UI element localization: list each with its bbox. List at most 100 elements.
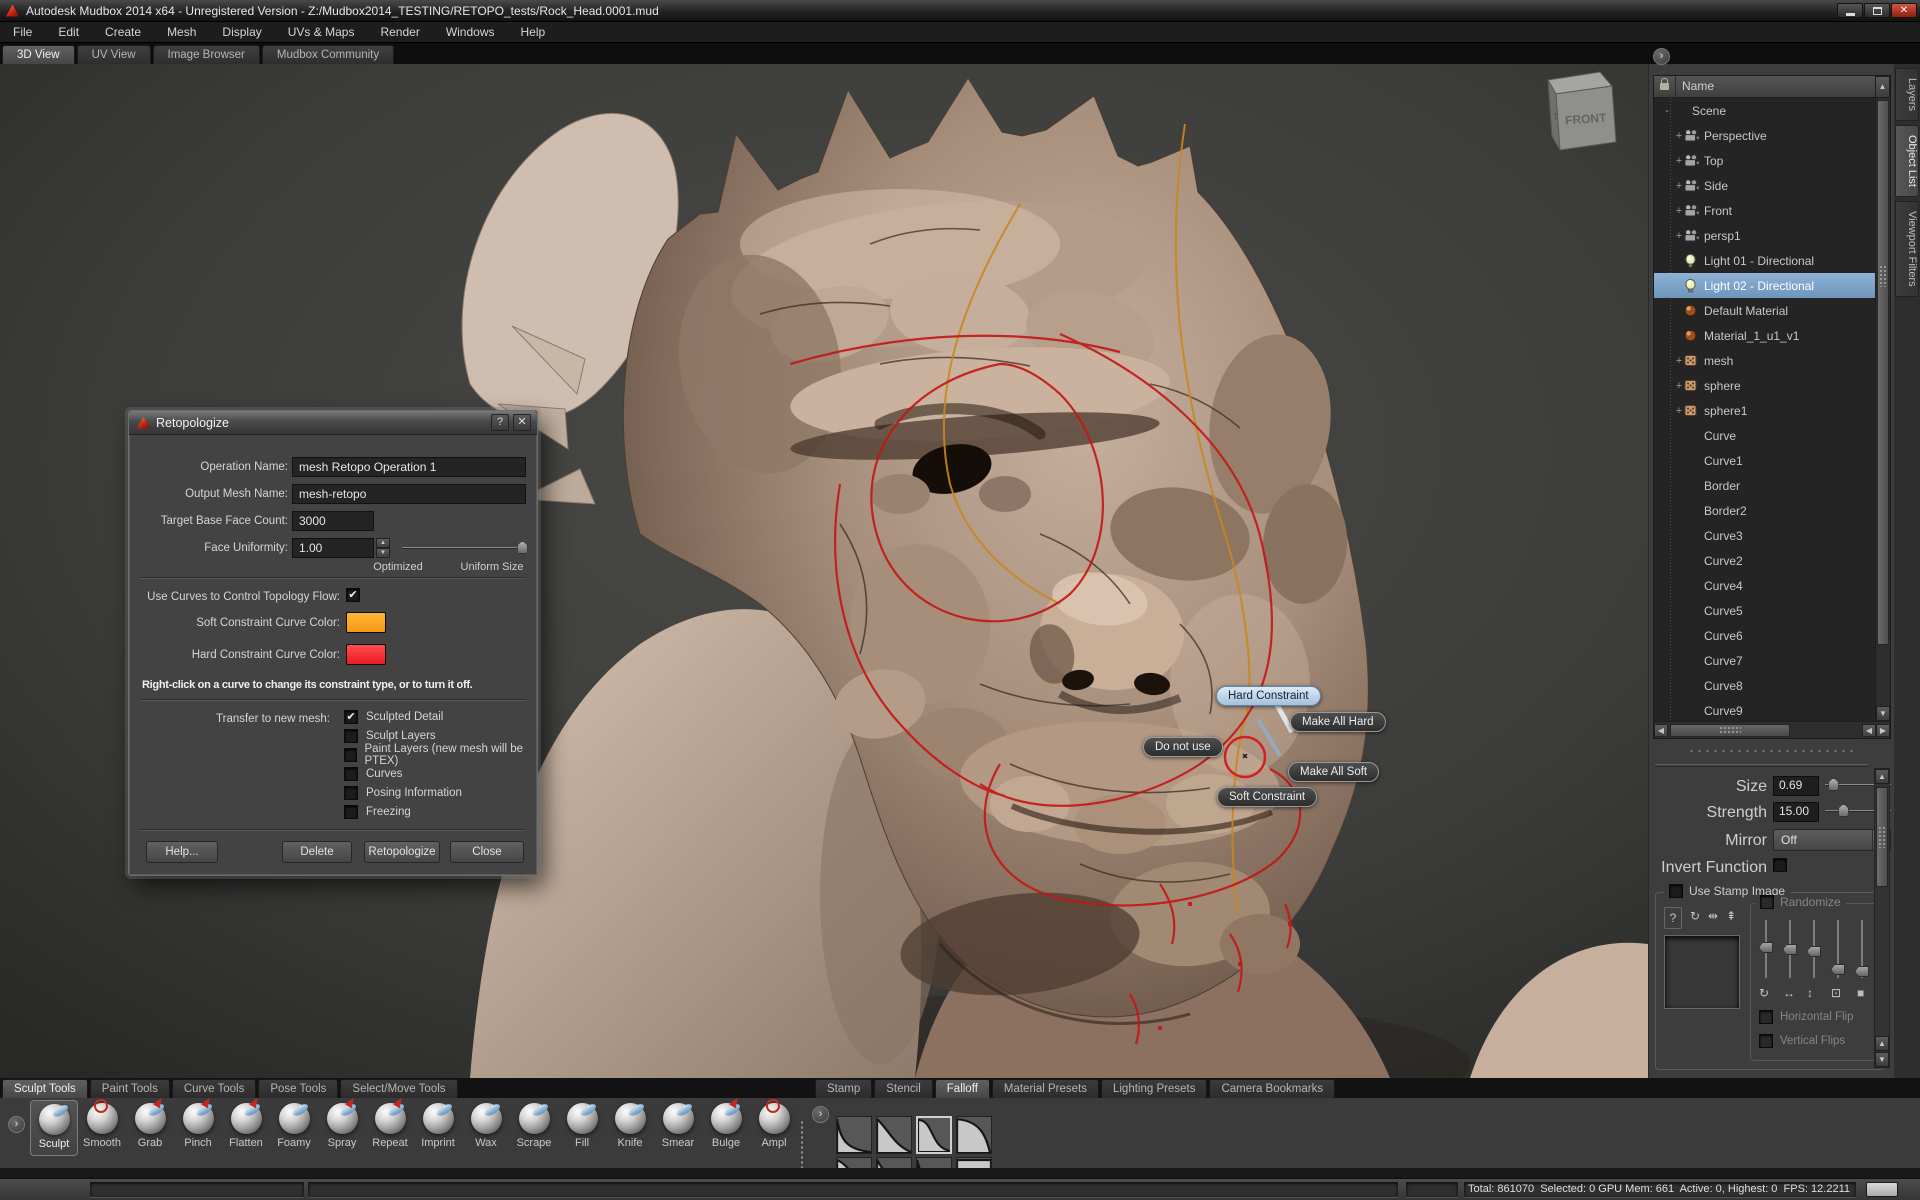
menu-item-file[interactable]: File	[0, 22, 45, 43]
tree-scroll-left-button[interactable]: ◀	[1654, 724, 1668, 737]
tree-item-mesh[interactable]: +mesh	[1654, 348, 1875, 373]
close-button[interactable]: Close	[450, 841, 524, 863]
view-tab-image-browser[interactable]: Image Browser	[153, 45, 260, 64]
stamp-preview-box[interactable]	[1664, 935, 1740, 1009]
falloff-preset-steep[interactable]	[836, 1116, 872, 1154]
tree-item-sphere[interactable]: +sphere	[1654, 373, 1875, 398]
tree-item-front[interactable]: +Front	[1654, 198, 1875, 223]
random-slider-4[interactable]	[1831, 964, 1845, 975]
tray-tab-select-move-tools[interactable]: Select/Move Tools	[340, 1079, 457, 1098]
context-item-make-all-soft[interactable]: Make All Soft	[1288, 762, 1379, 782]
tree-item-default-material[interactable]: Default Material	[1654, 298, 1875, 323]
tool-foamy[interactable]: Foamy	[270, 1100, 318, 1156]
tool-flatten[interactable]: Flatten	[222, 1100, 270, 1156]
tool-imprint[interactable]: Imprint	[414, 1100, 462, 1156]
tree-expander[interactable]: +	[1674, 180, 1684, 192]
vertical-flip-checkbox[interactable]	[1759, 1034, 1773, 1048]
tool-smooth[interactable]: Smooth	[78, 1100, 126, 1156]
properties-scrollbar[interactable]: ▲ ▲ ▼	[1874, 768, 1890, 1068]
transfer-checkbox-freezing[interactable]	[344, 805, 358, 819]
side-tab-viewport-filters[interactable]: Viewport Filters	[1895, 201, 1919, 297]
tool-repeat[interactable]: Repeat	[366, 1100, 414, 1156]
tree-item-curve[interactable]: Curve	[1654, 423, 1875, 448]
random-vmove-icon[interactable]: ↕	[1807, 986, 1813, 1000]
tree-item-light-02-directional[interactable]: Light 02 - Directional	[1654, 273, 1875, 298]
tree-item-sphere1[interactable]: +sphere1	[1654, 398, 1875, 423]
tree-expander[interactable]: +	[1674, 380, 1684, 392]
horizontal-flip-checkbox[interactable]	[1759, 1010, 1773, 1024]
tray-tab-camera-bookmarks[interactable]: Camera Bookmarks	[1209, 1079, 1335, 1098]
menu-item-create[interactable]: Create	[92, 22, 154, 43]
target-face-count-input[interactable]	[292, 511, 374, 531]
props-scroll-up2-button[interactable]: ▲	[1875, 1036, 1889, 1051]
tree-item-material-1-u1-v1[interactable]: Material_1_u1_v1	[1654, 323, 1875, 348]
tool-grab[interactable]: Grab	[126, 1100, 174, 1156]
menu-item-uvs-maps[interactable]: UVs & Maps	[275, 22, 368, 43]
tool-smear[interactable]: Smear	[654, 1100, 702, 1156]
tree-item-curve8[interactable]: Curve8	[1654, 673, 1875, 698]
props-scroll-up-button[interactable]: ▲	[1875, 769, 1889, 784]
stamp-vflip-icon[interactable]: ⇞	[1726, 909, 1736, 923]
falloff-preset-concave[interactable]	[876, 1116, 912, 1154]
tree-item-curve3[interactable]: Curve3	[1654, 523, 1875, 548]
dialog-close-button[interactable]: ✕	[513, 414, 531, 431]
transfer-checkbox-paint-layers-new-mesh-will-be-ptex[interactable]	[344, 748, 357, 762]
tree-item-curve6[interactable]: Curve6	[1654, 623, 1875, 648]
dialog-title-bar[interactable]: Retopologize ? ✕	[129, 411, 537, 435]
operation-name-input[interactable]	[292, 457, 526, 477]
panel-splitter[interactable]	[1689, 748, 1854, 754]
tree-item-curve7[interactable]: Curve7	[1654, 648, 1875, 673]
tree-item-border2[interactable]: Border2	[1654, 498, 1875, 523]
context-item-hard-constraint[interactable]: Hard Constraint	[1216, 686, 1321, 706]
transfer-checkbox-curves[interactable]	[344, 767, 358, 781]
tray-tab-stamp[interactable]: Stamp	[815, 1079, 872, 1098]
tray-tab-falloff[interactable]: Falloff	[935, 1079, 990, 1098]
context-item-do-not-use[interactable]: Do not use	[1143, 737, 1223, 757]
random-slider-1[interactable]	[1759, 942, 1773, 953]
random-hmove-icon[interactable]: ↔	[1783, 986, 1795, 1000]
use-stamp-image-checkbox[interactable]	[1669, 884, 1683, 898]
tree-scroll-right-button[interactable]: ▶	[1876, 724, 1890, 737]
falloff-preset-scurve[interactable]	[916, 1116, 952, 1154]
retopologize-button[interactable]: Retopologize	[364, 841, 440, 863]
tray-tab-pose-tools[interactable]: Pose Tools	[258, 1079, 338, 1098]
random-slider-2[interactable]	[1783, 944, 1797, 955]
name-column-header[interactable]: Name	[1676, 76, 1875, 97]
help-button[interactable]: Help...	[146, 841, 218, 863]
tree-expander[interactable]: +	[1674, 405, 1684, 417]
tree-item-curve2[interactable]: Curve2	[1654, 548, 1875, 573]
view-tab-uv-view[interactable]: UV View	[77, 45, 151, 64]
view-tab-3d-view[interactable]: 3D View	[2, 45, 75, 64]
output-mesh-name-input[interactable]	[292, 484, 526, 504]
minimize-button[interactable]	[1837, 3, 1863, 18]
tool-fill[interactable]: Fill	[558, 1100, 606, 1156]
tree-expander[interactable]: +	[1674, 205, 1684, 217]
tool-knife[interactable]: Knife	[606, 1100, 654, 1156]
menu-item-edit[interactable]: Edit	[45, 22, 92, 43]
menu-item-help[interactable]: Help	[508, 22, 559, 43]
tray-tab-sculpt-tools[interactable]: Sculpt Tools	[2, 1079, 88, 1098]
tree-item-border[interactable]: Border	[1654, 473, 1875, 498]
random-rotate-icon[interactable]: ↻	[1759, 986, 1769, 1000]
strength-field[interactable]: 15.00	[1773, 802, 1819, 822]
close-button[interactable]: ✕	[1891, 3, 1917, 18]
random-slider-5[interactable]	[1855, 966, 1869, 977]
tree-scrollbar-thumb[interactable]	[1877, 100, 1889, 645]
tree-scroll-up-button[interactable]: ▲	[1875, 76, 1890, 98]
tool-ampl[interactable]: Ampl	[750, 1100, 798, 1156]
tree-item-curve9[interactable]: Curve9	[1654, 698, 1875, 721]
transfer-checkbox-posing-information[interactable]	[344, 786, 358, 800]
tool-wax[interactable]: Wax	[462, 1100, 510, 1156]
props-scroll-down-button[interactable]: ▼	[1875, 1052, 1889, 1067]
context-item-make-all-hard[interactable]: Make All Hard	[1290, 712, 1386, 732]
size-field[interactable]: 0.69	[1773, 776, 1819, 796]
tray-tab-lighting-presets[interactable]: Lighting Presets	[1101, 1079, 1207, 1098]
tool-scrape[interactable]: Scrape	[510, 1100, 558, 1156]
face-uniformity-input[interactable]	[292, 538, 374, 558]
front-view-cube[interactable]: FRONT T	[1548, 72, 1616, 150]
random-square-icon[interactable]: ■	[1857, 986, 1864, 1000]
use-curves-checkbox[interactable]: ✔	[346, 588, 360, 602]
tree-expander[interactable]: +	[1674, 130, 1684, 142]
tree-expander[interactable]: -	[1662, 105, 1672, 117]
status-resize-grip[interactable]	[1866, 1182, 1898, 1197]
